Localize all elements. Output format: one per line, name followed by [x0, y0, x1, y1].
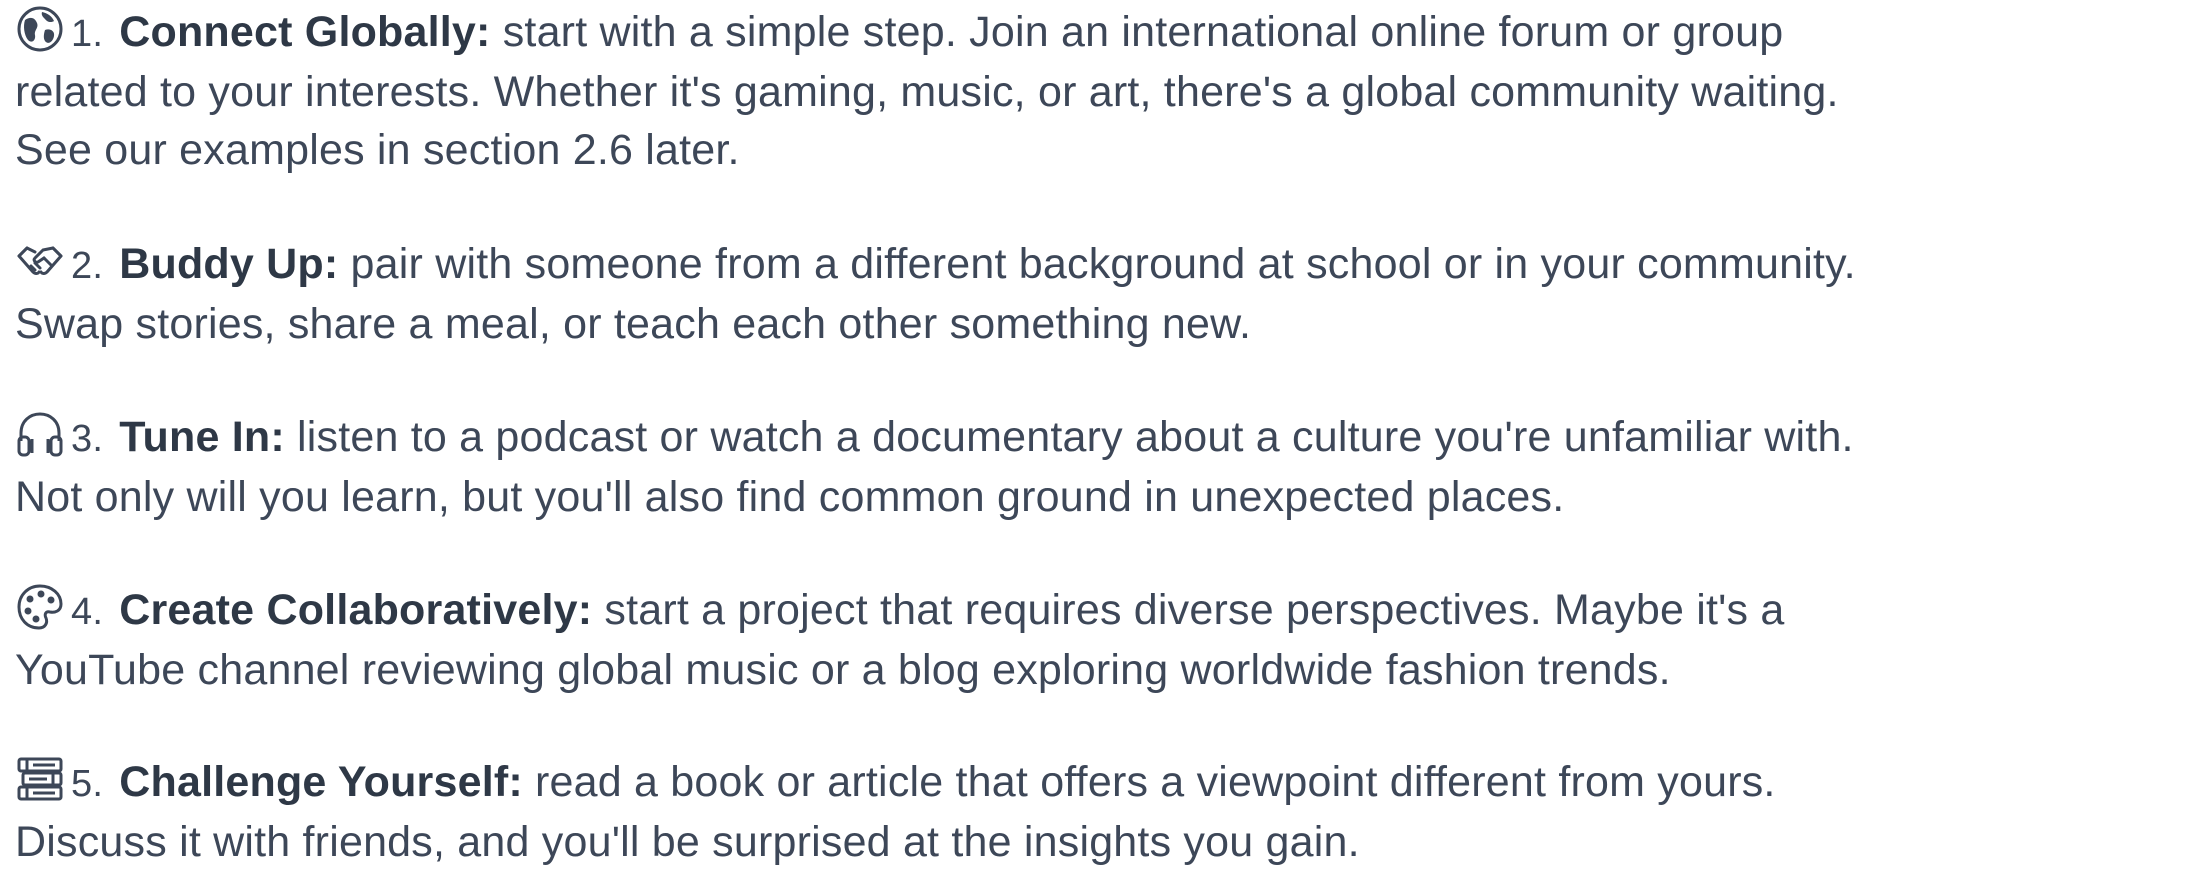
tip-number: 3.	[71, 418, 104, 460]
tip-heading: Tune In:	[119, 413, 285, 461]
tip-heading: Buddy Up:	[119, 240, 339, 288]
tip-text: pair with someone from a different backg…	[338, 240, 1856, 288]
tip-item-tune-in: 3. Tune In: listen to a podcast or watch…	[15, 408, 2187, 526]
tip-number: 4.	[71, 591, 104, 633]
tip-number: 1.	[71, 13, 104, 55]
tip-item-connect-globally: 1. Connect Globally: start with a simple…	[15, 3, 2187, 179]
handshake-icon	[15, 236, 65, 286]
tip-item-buddy-up: 2. Buddy Up: pair with someone from a di…	[15, 235, 2187, 353]
tip-line: 4. Create Collaboratively: start a proje…	[15, 581, 2187, 641]
tip-text: listen to a podcast or watch a documenta…	[284, 413, 1854, 461]
tip-line: 5. Challenge Yourself: read a book or ar…	[15, 753, 2187, 813]
tip-heading: Create Collaboratively:	[119, 586, 593, 634]
tip-line: See our examples in section 2.6 later.	[15, 126, 740, 174]
tip-text: read a book or article that offers a vie…	[522, 758, 1776, 806]
tip-line: YouTube channel reviewing global music o…	[15, 646, 1671, 694]
palette-icon	[15, 582, 65, 632]
tip-line: Discuss it with friends, and you'll be s…	[15, 818, 1360, 866]
tip-number: 5.	[71, 763, 104, 805]
tip-item-challenge-yourself: 5. Challenge Yourself: read a book or ar…	[15, 753, 2187, 871]
tip-heading: Connect Globally:	[119, 8, 491, 56]
tip-heading: Challenge Yourself:	[119, 758, 523, 806]
tip-number: 2.	[71, 245, 104, 287]
tip-text: start a project that requires diverse pe…	[592, 586, 1785, 634]
tip-text: start with a simple step. Join an intern…	[490, 8, 1784, 56]
books-icon	[15, 754, 65, 804]
tip-line: 3. Tune In: listen to a podcast or watch…	[15, 408, 2187, 468]
tip-line: related to your interests. Whether it's …	[15, 68, 1839, 116]
globe-icon	[15, 4, 65, 54]
tip-line: Not only will you learn, but you'll also…	[15, 473, 1565, 521]
tip-item-create-collaboratively: 4. Create Collaboratively: start a proje…	[15, 581, 2187, 699]
tip-line: 1. Connect Globally: start with a simple…	[15, 3, 2187, 63]
tip-line: Swap stories, share a meal, or teach eac…	[15, 300, 1252, 348]
headphones-icon	[15, 409, 65, 459]
tip-line: 2. Buddy Up: pair with someone from a di…	[15, 235, 2187, 295]
